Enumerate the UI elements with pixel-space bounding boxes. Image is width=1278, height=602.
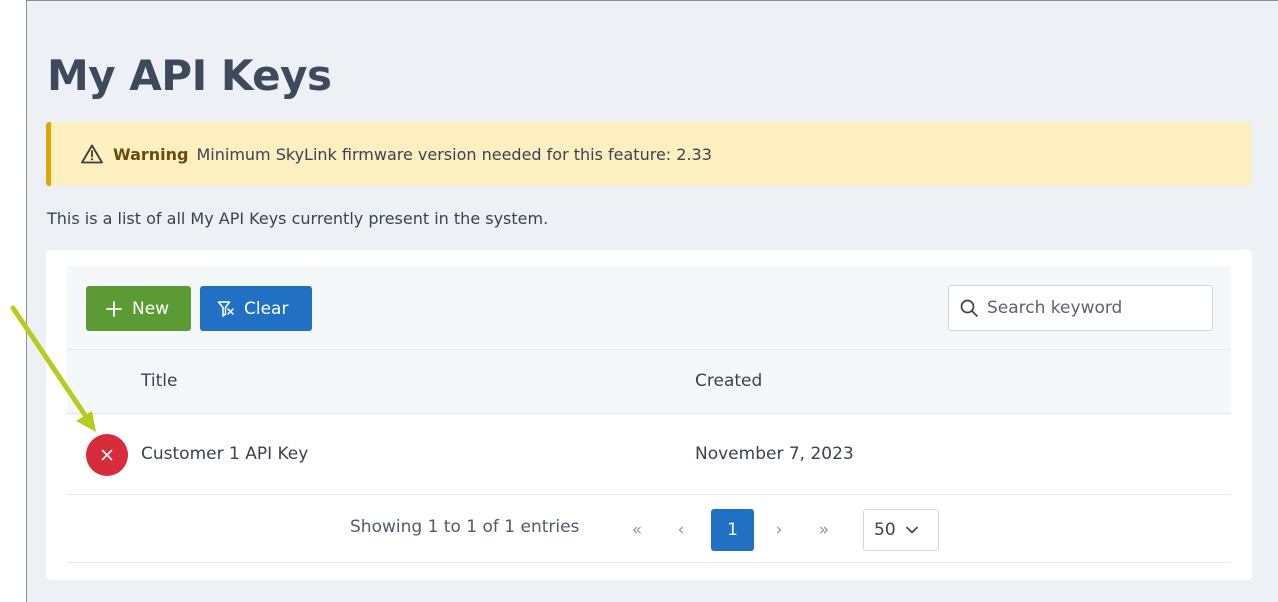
new-button[interactable]: New (86, 286, 191, 331)
pagination: Showing 1 to 1 of 1 entries « ‹ 1 › » 50 (67, 495, 1231, 563)
filter-clear-icon (216, 299, 236, 319)
prev-page-button[interactable]: ‹ (664, 509, 698, 551)
close-icon (100, 448, 114, 462)
page-title: My API Keys (47, 51, 332, 100)
column-header-created[interactable]: Created (695, 371, 762, 391)
delete-button[interactable] (86, 434, 128, 476)
column-header-title[interactable]: Title (141, 371, 177, 391)
page-size-select[interactable]: 50 (863, 509, 939, 551)
search-box[interactable] (948, 285, 1213, 331)
search-input[interactable] (987, 298, 1197, 318)
table-row[interactable]: Customer 1 API Key November 7, 2023 (67, 415, 1231, 495)
plus-icon (104, 299, 124, 319)
table-header: Title Created (67, 350, 1231, 414)
warning-triangle-icon (81, 144, 103, 164)
search-icon (959, 298, 979, 318)
page-button-current[interactable]: 1 (711, 509, 754, 551)
api-keys-card: New Clear Search keyword Title Created C… (46, 250, 1252, 580)
warning-message: Minimum SkyLink firmware version needed … (196, 144, 712, 164)
new-button-label: New (132, 298, 170, 319)
first-page-button[interactable]: « (620, 509, 654, 551)
last-page-button[interactable]: » (807, 509, 841, 551)
row-created-date: November 7, 2023 (695, 444, 854, 464)
next-page-button[interactable]: › (762, 509, 796, 551)
page-description: This is a list of all My API Keys curren… (47, 209, 549, 228)
clear-button-label: Clear (244, 298, 289, 319)
main-content: My API Keys Warning Minimum SkyLink firm… (26, 0, 1278, 602)
pagination-info: Showing 1 to 1 of 1 entries (350, 517, 580, 537)
chevron-down-icon (904, 522, 920, 538)
table-toolbar: New Clear (67, 266, 1231, 350)
row-title: Customer 1 API Key (141, 444, 309, 464)
warning-label: Warning (113, 144, 189, 164)
page-size-value: 50 (874, 520, 896, 540)
warning-banner: Warning Minimum SkyLink firmware version… (46, 122, 1252, 186)
clear-filters-button[interactable]: Clear (200, 286, 312, 331)
